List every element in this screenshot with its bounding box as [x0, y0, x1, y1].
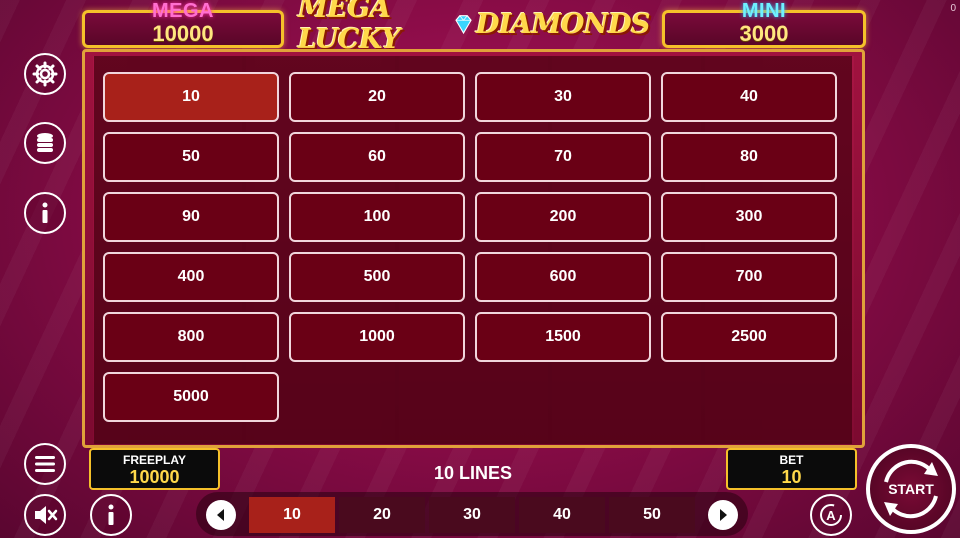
settings-button[interactable]	[24, 53, 66, 95]
menu-icon	[35, 456, 55, 472]
menu-button[interactable]	[24, 443, 66, 485]
bet-option-700[interactable]: 700	[661, 252, 837, 302]
logo-text-1: MEGA LUCKY	[298, 0, 401, 55]
lines-prev-button[interactable]	[206, 500, 236, 530]
bet-option-70[interactable]: 70	[475, 132, 651, 182]
lines-option-40[interactable]: 40	[519, 497, 605, 533]
svg-text:A: A	[826, 508, 836, 523]
bet-option-400[interactable]: 400	[103, 252, 279, 302]
bet-option-10[interactable]: 10	[103, 72, 279, 122]
info-icon	[42, 202, 48, 223]
freeplay-label: FREEPLAY	[123, 453, 186, 467]
freeplay-value: 10000	[129, 467, 180, 487]
bet-option-600[interactable]: 600	[475, 252, 651, 302]
coins-button[interactable]	[24, 122, 66, 164]
mini-jackpot: MINI 3000	[662, 0, 866, 48]
bet-option-200[interactable]: 200	[475, 192, 651, 242]
lines-option-20[interactable]: 20	[339, 497, 425, 533]
bet-option-300[interactable]: 300	[661, 192, 837, 242]
mega-jackpot-value: 10000	[152, 21, 214, 46]
info-icon	[108, 504, 114, 525]
bet-option-1000[interactable]: 1000	[289, 312, 465, 362]
bet-option-5000[interactable]: 5000	[103, 372, 279, 422]
paytable-button[interactable]	[90, 494, 132, 536]
mega-jackpot-title: MEGA	[152, 0, 214, 22]
bet-option-500[interactable]: 500	[289, 252, 465, 302]
bet-option-2500[interactable]: 2500	[661, 312, 837, 362]
bet-option-80[interactable]: 80	[661, 132, 837, 182]
bet-option-50[interactable]: 50	[103, 132, 279, 182]
lines-option-30[interactable]: 30	[429, 497, 515, 533]
lines-option-10[interactable]: 10	[249, 497, 335, 533]
gear-icon	[32, 61, 58, 87]
bet-option-1500[interactable]: 1500	[475, 312, 651, 362]
bet-option-40[interactable]: 40	[661, 72, 837, 122]
bet-value: 10	[781, 467, 802, 487]
mini-jackpot-title: MINI	[741, 0, 787, 22]
sound-button[interactable]	[24, 494, 66, 536]
bet-option-20[interactable]: 20	[289, 72, 465, 122]
lines-option-50[interactable]: 50	[609, 497, 695, 533]
start-button[interactable]: START	[866, 444, 956, 534]
logo-text-2: DIAMONDS	[476, 8, 651, 40]
bet-option-800[interactable]: 800	[103, 312, 279, 362]
bet-option-30[interactable]: 30	[475, 72, 651, 122]
bet-option-90[interactable]: 90	[103, 192, 279, 242]
game-logo: MEGA LUCKY DIAMONDS	[298, 0, 651, 55]
diamond-icon	[455, 15, 472, 35]
arrow-right-icon	[720, 509, 727, 521]
mega-jackpot: MEGA 10000	[82, 0, 284, 48]
info-button[interactable]	[24, 192, 66, 234]
arrow-left-icon	[217, 509, 224, 521]
lines-label: 10 LINES	[433, 463, 513, 483]
bet-grid: 10 20 30 40 50 60 70 80 90 100 200 300 400 500 600 700 8…	[103, 72, 837, 422]
bet-display: BET 10	[726, 448, 857, 490]
sound-muted-icon	[35, 506, 58, 524]
start-label: START	[888, 481, 934, 497]
autoplay-icon: A	[820, 504, 842, 526]
corner-counter: 0	[950, 3, 956, 14]
bet-option-60[interactable]: 60	[289, 132, 465, 182]
coins-icon	[37, 133, 53, 152]
mini-jackpot-value: 3000	[739, 21, 789, 46]
freeplay-display: FREEPLAY 10000	[89, 448, 220, 490]
bet-option-100[interactable]: 100	[289, 192, 465, 242]
autoplay-button[interactable]: A	[810, 494, 852, 536]
bet-label: BET	[779, 453, 804, 467]
lines-next-button[interactable]	[708, 500, 738, 530]
